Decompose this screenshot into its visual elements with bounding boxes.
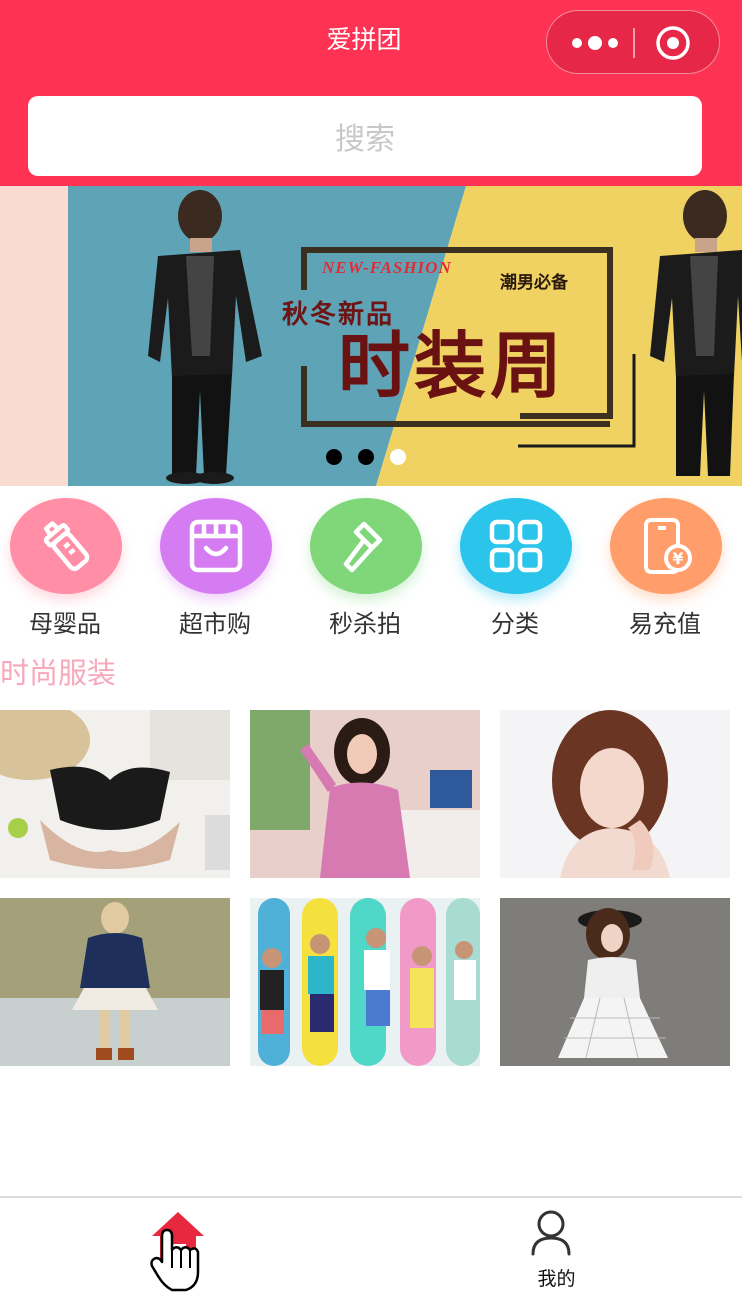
category-label: 易充值 — [629, 610, 701, 638]
carousel-dot-3-active[interactable] — [390, 449, 406, 465]
capsule-divider — [633, 28, 635, 58]
category-supermarket[interactable]: 超市购 — [140, 498, 290, 638]
home-icon — [150, 1212, 204, 1292]
product-card-4[interactable] — [0, 898, 230, 1066]
miniapp-capsule — [546, 10, 720, 74]
tab-profile[interactable]: 我的 — [371, 1198, 742, 1296]
banner-headline: 时装周 — [338, 324, 567, 408]
product-image — [250, 710, 480, 878]
header: 爱拼团 搜索 — [0, 0, 742, 186]
product-image — [500, 710, 730, 878]
product-card-2[interactable] — [250, 710, 480, 878]
tab-home[interactable] — [0, 1198, 371, 1296]
category-label: 母婴品 — [29, 610, 101, 638]
product-card-5[interactable] — [250, 898, 480, 1066]
search-input[interactable]: 搜索 — [28, 96, 702, 176]
tab-bar: 我的 — [0, 1196, 742, 1296]
tab-label: 我的 — [537, 1268, 576, 1290]
banner-tag-text: 潮男必备 — [500, 273, 568, 293]
grid-icon — [460, 498, 572, 594]
product-image — [0, 710, 230, 878]
category-flash-sale[interactable]: 秒杀拍 — [290, 498, 440, 638]
product-card-3[interactable] — [500, 710, 730, 878]
carousel-dot-2[interactable] — [358, 449, 374, 465]
more-icon[interactable] — [567, 11, 633, 75]
category-recharge[interactable]: ¥ 易充值 — [590, 498, 740, 638]
user-icon — [531, 1210, 571, 1256]
carousel-dot-1[interactable] — [326, 449, 342, 465]
banner-carousel[interactable]: NEW-FASHION 潮男必备 秋冬新品 时装周 — [0, 186, 742, 486]
app-page: 爱拼团 搜索 NEW-FASHION 潮男必备 秋冬新品 时装周 母婴品 超市购… — [0, 0, 742, 1296]
banner-english-text: NEW-FASHION — [322, 258, 452, 277]
category-label: 分类 — [491, 610, 539, 638]
section-title: 时尚服装 — [0, 656, 117, 690]
close-miniapp-icon[interactable] — [655, 25, 691, 61]
svg-text:¥: ¥ — [672, 549, 683, 568]
category-baby[interactable]: 母婴品 — [0, 498, 140, 638]
category-label: 秒杀拍 — [329, 610, 401, 638]
product-image — [500, 898, 730, 1066]
shop-icon — [160, 498, 272, 594]
product-image — [250, 898, 480, 1066]
auction-hammer-icon — [310, 498, 422, 594]
phone-recharge-icon: ¥ — [610, 498, 722, 594]
product-card-1[interactable] — [0, 710, 230, 878]
baby-bottle-icon — [10, 498, 122, 594]
category-classify[interactable]: 分类 — [440, 498, 590, 638]
product-card-6[interactable] — [500, 898, 730, 1066]
product-image — [0, 898, 230, 1066]
category-label: 超市购 — [179, 610, 251, 638]
